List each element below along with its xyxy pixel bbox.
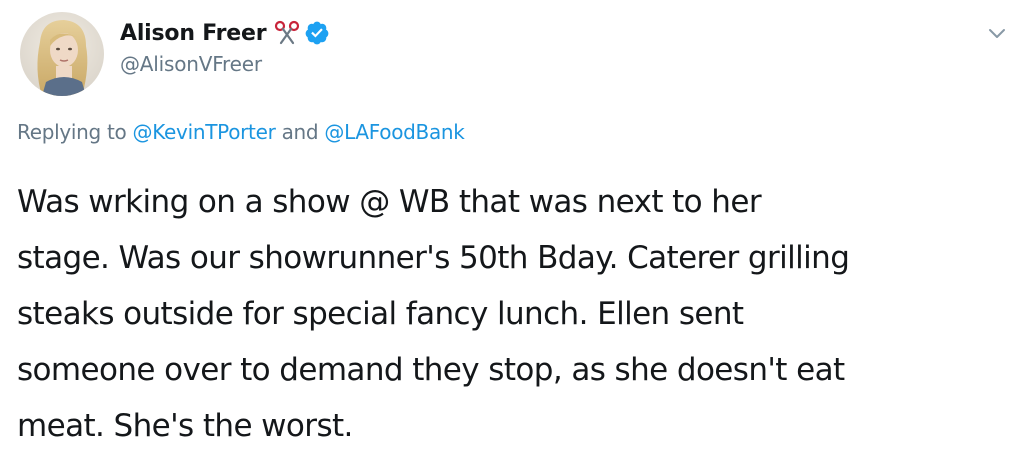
- mention-link[interactable]: @KevinTPorter: [133, 120, 276, 144]
- replying-to-line: Replying to @KevinTPorter and @LAFoodBan…: [17, 120, 465, 144]
- user-handle[interactable]: @AlisonVFreer: [120, 52, 330, 76]
- tweet-card: Alison Freer @AlisonVFreer Replying to @…: [0, 0, 1023, 451]
- scissors-icon: [274, 20, 300, 46]
- verified-badge-icon: [304, 20, 330, 46]
- mention-link[interactable]: @LAFoodBank: [324, 120, 464, 144]
- replying-to-joiner: and: [281, 120, 319, 144]
- tweet-text: Was wrking on a show @ WB that was next …: [17, 184, 850, 444]
- chevron-down-icon[interactable]: [986, 22, 1008, 44]
- name-row: Alison Freer: [120, 18, 330, 48]
- avatar[interactable]: [20, 12, 104, 96]
- replying-to-prefix: Replying to: [17, 120, 127, 144]
- display-name[interactable]: Alison Freer: [120, 21, 267, 46]
- tweet-header: Alison Freer @AlisonVFreer: [120, 18, 330, 76]
- avatar-image: [20, 12, 104, 96]
